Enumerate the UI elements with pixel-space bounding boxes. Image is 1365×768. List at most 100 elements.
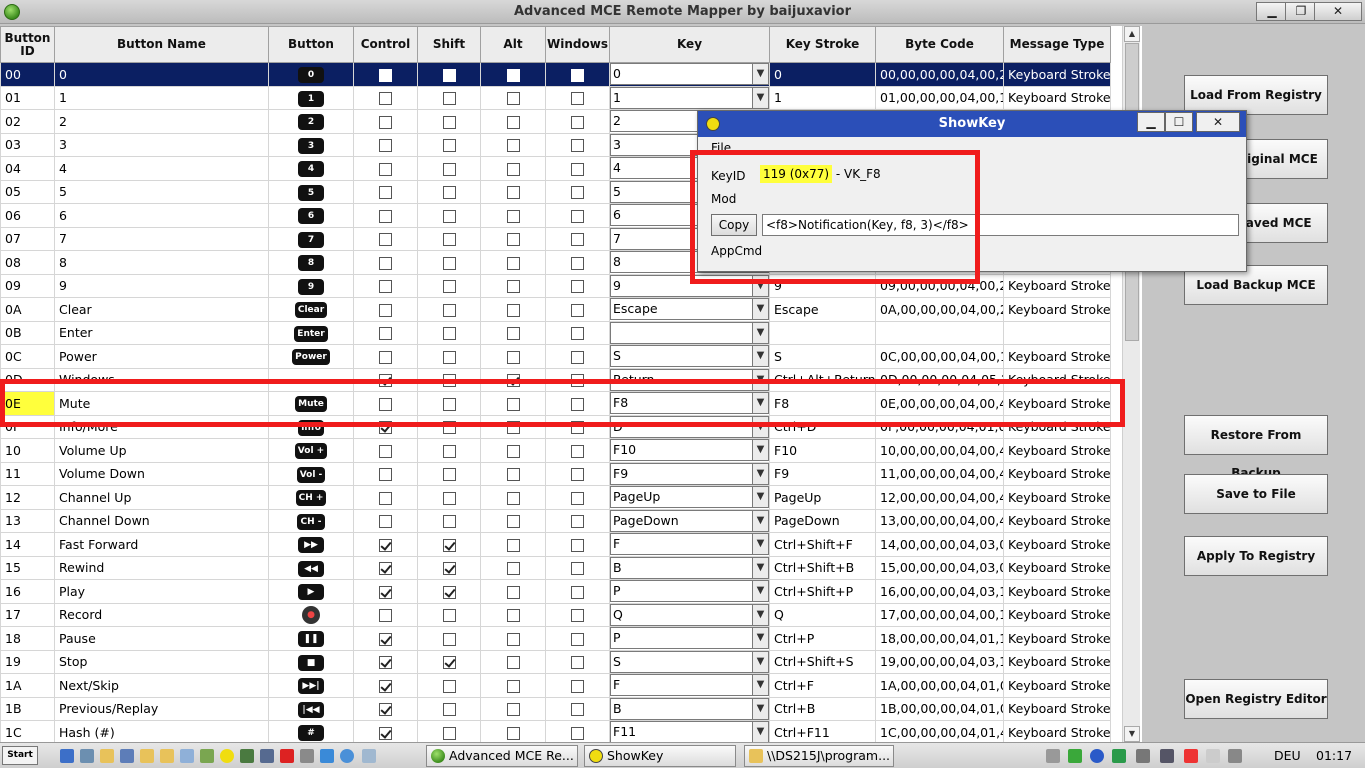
key-dropdown[interactable]: S ▼ (610, 650, 769, 673)
key-dropdown-value[interactable]: S (610, 650, 753, 673)
key-dropdown[interactable]: B ▼ (610, 556, 769, 579)
alt-checkbox[interactable] (506, 703, 520, 717)
key-dropdown-value[interactable]: F10 (610, 439, 753, 462)
control-checkbox[interactable] (379, 491, 392, 505)
key-dropdown-value[interactable]: F11 (610, 721, 753, 742)
alt-checkbox[interactable] (506, 233, 520, 247)
alt-checkbox[interactable] (506, 656, 520, 670)
key-dropdown-value[interactable]: PageDown (610, 509, 753, 532)
key-dropdown[interactable]: F10 ▼ (610, 439, 769, 462)
alt-checkbox[interactable] (506, 256, 520, 270)
table-row[interactable]: 01 1 1 1 ▼ 1 01,00,00,00,04,00,1E Keyboard Stro… (0, 85, 1111, 110)
control-checkbox[interactable] (379, 609, 392, 623)
control-checkbox[interactable] (379, 256, 392, 270)
key-dropdown[interactable]: Q ▼ (610, 603, 769, 626)
showkey-menu-file[interactable]: File (711, 141, 731, 155)
quicklaunch-app-icon[interactable] (320, 749, 334, 763)
close-button[interactable]: ✕ (1314, 2, 1362, 21)
shift-checkbox[interactable] (442, 656, 456, 670)
quicklaunch-network2-icon[interactable] (260, 749, 274, 763)
table-row[interactable]: 0D Windows Return ▼ Ctrl+Alt+Return 0D,00,00,… (0, 367, 1111, 392)
windows-checkbox[interactable] (571, 162, 584, 176)
shift-checkbox[interactable] (442, 162, 456, 176)
tray-volume-icon[interactable] (1228, 749, 1242, 763)
alt-checkbox[interactable] (506, 397, 520, 411)
windows-checkbox[interactable] (571, 609, 584, 623)
chevron-down-icon[interactable]: ▼ (753, 674, 769, 697)
key-dropdown-value[interactable]: P (610, 580, 753, 603)
control-checkbox[interactable] (379, 374, 392, 388)
alt-checkbox[interactable] (506, 327, 520, 341)
tray-tool-icon[interactable] (1136, 749, 1150, 763)
key-dropdown-value[interactable]: 0 (610, 63, 753, 86)
windows-checkbox[interactable] (571, 186, 584, 200)
tray-clock[interactable]: 01:17 (1316, 748, 1352, 763)
key-dropdown-value[interactable]: F9 (610, 462, 753, 485)
task-advanced-mce[interactable]: Advanced MCE Re... (426, 745, 578, 767)
chevron-down-icon[interactable]: ▼ (753, 415, 769, 438)
control-checkbox[interactable] (379, 303, 392, 317)
tray-red-icon[interactable] (1184, 749, 1198, 763)
key-dropdown[interactable]: 0 ▼ (610, 63, 769, 86)
key-dropdown-value[interactable]: Escape (610, 298, 753, 321)
table-row[interactable]: 0B Enter Enter ▼ (0, 320, 1111, 345)
key-dropdown-value[interactable]: F (610, 674, 753, 697)
shift-checkbox[interactable] (442, 609, 456, 623)
key-dropdown-value[interactable]: B (610, 697, 753, 720)
windows-checkbox[interactable] (571, 726, 584, 740)
windows-checkbox[interactable] (571, 397, 584, 411)
windows-checkbox[interactable] (571, 327, 584, 341)
quicklaunch-network-icon[interactable] (120, 749, 134, 763)
open-registry-editor-button[interactable]: Open Registry Editor (1184, 679, 1328, 719)
quicklaunch-explorer-icon[interactable] (80, 749, 94, 763)
tray-expand-icon[interactable] (1046, 749, 1060, 763)
quicklaunch-settings-icon[interactable] (300, 749, 314, 763)
control-checkbox[interactable] (379, 162, 392, 176)
key-dropdown-value[interactable]: S (610, 345, 753, 368)
windows-checkbox[interactable] (571, 421, 584, 435)
chevron-down-icon[interactable]: ▼ (753, 298, 769, 321)
control-checkbox[interactable] (379, 515, 392, 529)
alt-checkbox[interactable] (506, 303, 520, 317)
key-dropdown[interactable]: F ▼ (610, 533, 769, 556)
column-header[interactable]: Key (609, 26, 770, 63)
key-dropdown-value[interactable]: Q (610, 603, 753, 626)
tray-flag-icon[interactable] (1206, 749, 1220, 763)
shift-checkbox[interactable] (442, 280, 456, 294)
chevron-down-icon[interactable]: ▼ (753, 721, 769, 742)
shift-checkbox[interactable] (442, 538, 456, 552)
control-checkbox[interactable] (379, 327, 392, 341)
chevron-down-icon[interactable]: ▼ (753, 439, 769, 462)
load-from-registry-button[interactable]: Load From Registry (1184, 75, 1328, 115)
column-header[interactable]: Button Name (54, 26, 269, 63)
control-checkbox[interactable] (379, 421, 392, 435)
windows-checkbox[interactable] (571, 209, 584, 223)
shift-checkbox[interactable] (442, 421, 456, 435)
alt-checkbox[interactable] (506, 92, 520, 106)
table-row[interactable]: 16 Play ▶ P ▼ Ctrl+Shift+P 16,00,00,00,04,03,1… (0, 579, 1111, 604)
control-checkbox[interactable] (379, 280, 392, 294)
tray-wifi-icon[interactable] (1068, 749, 1082, 763)
key-dropdown[interactable]: P ▼ (610, 627, 769, 650)
key-dropdown[interactable]: PageUp ▼ (610, 486, 769, 509)
control-checkbox[interactable] (379, 115, 392, 129)
shift-checkbox[interactable] (442, 186, 456, 200)
tray-bluetooth-icon[interactable] (1090, 749, 1104, 763)
windows-checkbox[interactable] (571, 115, 584, 129)
key-dropdown[interactable]: 1 ▼ (610, 86, 769, 109)
column-header[interactable]: Button ID (0, 26, 55, 63)
table-row[interactable]: 13 Channel Down CH - PageDown ▼ PageDown 13,00… (0, 508, 1111, 533)
shift-checkbox[interactable] (442, 585, 456, 599)
control-checkbox[interactable] (379, 726, 392, 740)
alt-checkbox[interactable] (506, 515, 520, 529)
control-checkbox[interactable] (379, 656, 392, 670)
table-row[interactable]: 0C Power Power S ▼ S 0C,00,00,00,04,00,16 Keybo… (0, 344, 1111, 369)
shift-checkbox[interactable] (442, 256, 456, 270)
column-header[interactable]: Button (268, 26, 354, 63)
key-dropdown-value[interactable]: B (610, 556, 753, 579)
scroll-up-arrow-icon[interactable]: ▲ (1124, 26, 1140, 42)
table-row[interactable]: 1B Previous/Replay |◀◀ B ▼ Ctrl+B 1B,00,00,00,… (0, 696, 1111, 721)
alt-checkbox[interactable] (506, 468, 520, 482)
showkey-close-button[interactable]: ✕ (1196, 112, 1240, 132)
control-checkbox[interactable] (379, 139, 392, 153)
